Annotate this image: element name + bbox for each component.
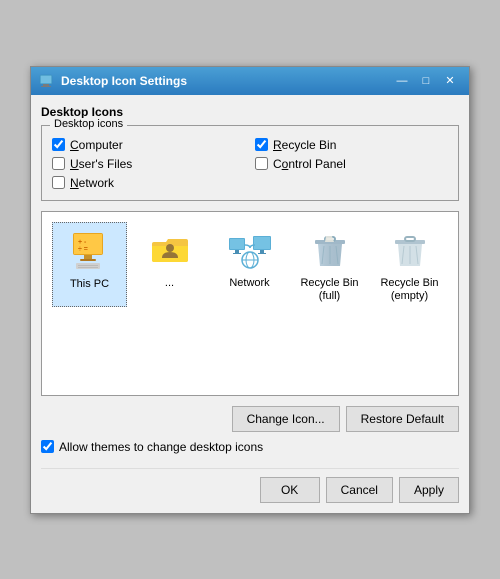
controlpanel-label[interactable]: Control Panel xyxy=(273,157,346,171)
minimize-button[interactable]: — xyxy=(391,72,413,90)
recycle-full-graphic xyxy=(306,226,354,274)
icon-recycle-empty[interactable]: Recycle Bin (empty) xyxy=(372,222,447,307)
icon-recycle-full[interactable]: Recycle Bin (full) xyxy=(292,222,367,307)
checkbox-network: Network xyxy=(52,176,245,190)
group-box-title: Desktop icons xyxy=(50,118,127,130)
titlebar: Desktop Icon Settings — □ ✕ xyxy=(31,67,469,95)
userfiles-checkbox[interactable] xyxy=(52,157,65,170)
network-label-icon: Network xyxy=(229,277,269,290)
close-button[interactable]: ✕ xyxy=(439,72,461,90)
change-icon-button[interactable]: Change Icon... xyxy=(232,406,340,432)
titlebar-controls: — □ ✕ xyxy=(391,72,461,90)
window-icon xyxy=(39,73,55,89)
allow-themes-checkbox[interactable] xyxy=(41,440,54,453)
allow-themes-label[interactable]: Allow themes to change desktop icons xyxy=(59,440,263,454)
apply-button[interactable]: Apply xyxy=(399,477,459,503)
network-label[interactable]: Network xyxy=(70,176,114,190)
window-title: Desktop Icon Settings xyxy=(61,74,187,88)
ok-button[interactable]: OK xyxy=(260,477,320,503)
recycle-bin-checkbox[interactable] xyxy=(255,138,268,151)
restore-default-button[interactable]: Restore Default xyxy=(346,406,459,432)
computer-label[interactable]: Computer xyxy=(70,138,123,152)
checkbox-computer: Computer xyxy=(52,138,245,152)
userfiles-label[interactable]: User's Files xyxy=(70,157,132,171)
titlebar-left: Desktop Icon Settings xyxy=(39,73,187,89)
icon-network[interactable]: Network xyxy=(212,222,287,307)
checkbox-controlpanel: Control Panel xyxy=(255,157,448,171)
checkboxes-grid: Computer Recycle Bin User's Files Contro… xyxy=(52,134,448,190)
checkbox-userfiles: User's Files xyxy=(52,157,245,171)
section-label: Desktop Icons xyxy=(41,105,459,119)
desktop-icon-settings-window: Desktop Icon Settings — □ ✕ Desktop Icon… xyxy=(30,66,470,514)
this-pc-graphic: + - ÷ = xyxy=(66,227,114,275)
svg-text:+ -: + - xyxy=(78,239,87,246)
icon-action-buttons: Change Icon... Restore Default xyxy=(41,406,459,432)
recycle-empty-label: Recycle Bin (empty) xyxy=(376,277,443,303)
icon-user-files[interactable]: ... xyxy=(132,222,207,307)
content-area: Desktop Icons Desktop icons Computer Rec… xyxy=(31,95,469,513)
icon-grid[interactable]: + - ÷ = This PC xyxy=(41,211,459,396)
maximize-button[interactable]: □ xyxy=(415,72,437,90)
icon-this-pc[interactable]: + - ÷ = This PC xyxy=(52,222,127,307)
footer-buttons: OK Cancel Apply xyxy=(41,468,459,503)
cancel-button[interactable]: Cancel xyxy=(326,477,393,503)
desktop-icons-group: Desktop icons Computer Recycle Bin User'… xyxy=(41,125,459,201)
controlpanel-checkbox[interactable] xyxy=(255,157,268,170)
svg-text:÷ =: ÷ = xyxy=(78,246,88,253)
this-pc-label: This PC xyxy=(70,278,109,291)
recycle-full-label: Recycle Bin (full) xyxy=(296,277,363,303)
network-graphic xyxy=(226,226,274,274)
allow-themes-row: Allow themes to change desktop icons xyxy=(41,440,459,454)
userfiles-label-icon: ... xyxy=(165,277,174,290)
recycle-bin-label[interactable]: Recycle Bin xyxy=(273,138,336,152)
userfiles-graphic xyxy=(146,226,194,274)
network-checkbox[interactable] xyxy=(52,176,65,189)
recycle-empty-graphic xyxy=(386,226,434,274)
checkbox-recycle: Recycle Bin xyxy=(255,138,448,152)
computer-checkbox[interactable] xyxy=(52,138,65,151)
